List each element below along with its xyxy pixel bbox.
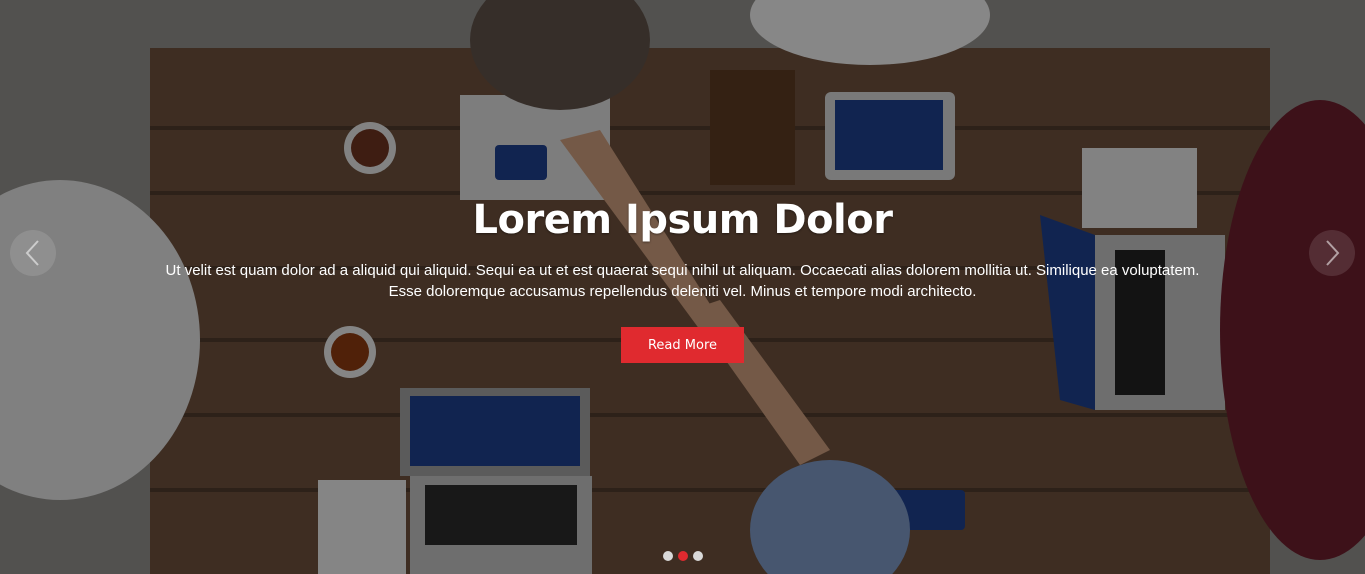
slide-indicator-dot-2[interactable] — [677, 551, 688, 561]
hero-slider: Lorem Ipsum Dolor Ut velit est quam dolo… — [0, 0, 1365, 574]
chevron-right-icon — [1326, 240, 1340, 266]
slide-indicator-dot-3[interactable] — [692, 551, 703, 561]
chevron-left-icon — [25, 240, 39, 266]
slide-indicator-dot-1[interactable] — [662, 551, 673, 561]
slide-description: Ut velit est quam dolor ad a aliquid qui… — [165, 262, 1200, 300]
previous-slide-button[interactable] — [10, 230, 56, 276]
next-slide-button[interactable] — [1309, 230, 1355, 276]
slide-title: Lorem Ipsum Dolor — [472, 197, 893, 243]
slide-caption: Lorem Ipsum Dolor Ut velit est quam dolo… — [0, 190, 1365, 363]
slide-indicators — [0, 551, 1365, 561]
read-more-button[interactable]: Read More — [621, 327, 744, 363]
